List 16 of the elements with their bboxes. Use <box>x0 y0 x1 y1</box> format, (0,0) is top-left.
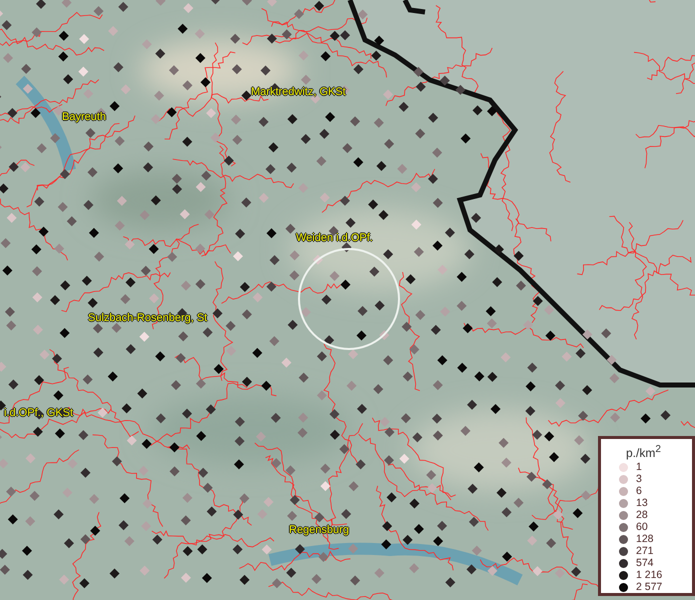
place-label: Weiden i.d.OPf. <box>296 231 373 245</box>
legend-label: 2 577 <box>636 581 662 593</box>
place-label: Bayreuth <box>62 110 106 124</box>
legend-label: 1 <box>636 461 642 473</box>
legend-label: 28 <box>636 509 648 521</box>
selection-circle[interactable] <box>298 248 400 350</box>
legend-label: 3 <box>636 473 642 485</box>
place-label: Marktredwitz, GKSt <box>251 85 346 99</box>
legend-label: 128 <box>636 533 654 545</box>
legend-title: p./km$^{2}$ <box>626 443 662 460</box>
legend-label: 6 <box>636 485 642 497</box>
legend-label: 271 <box>636 545 654 557</box>
legend-label: 60 <box>636 521 648 533</box>
legend-label: 13 <box>636 497 648 509</box>
legend-label: 574 <box>636 557 654 569</box>
legend-label: 1 216 <box>636 569 662 581</box>
